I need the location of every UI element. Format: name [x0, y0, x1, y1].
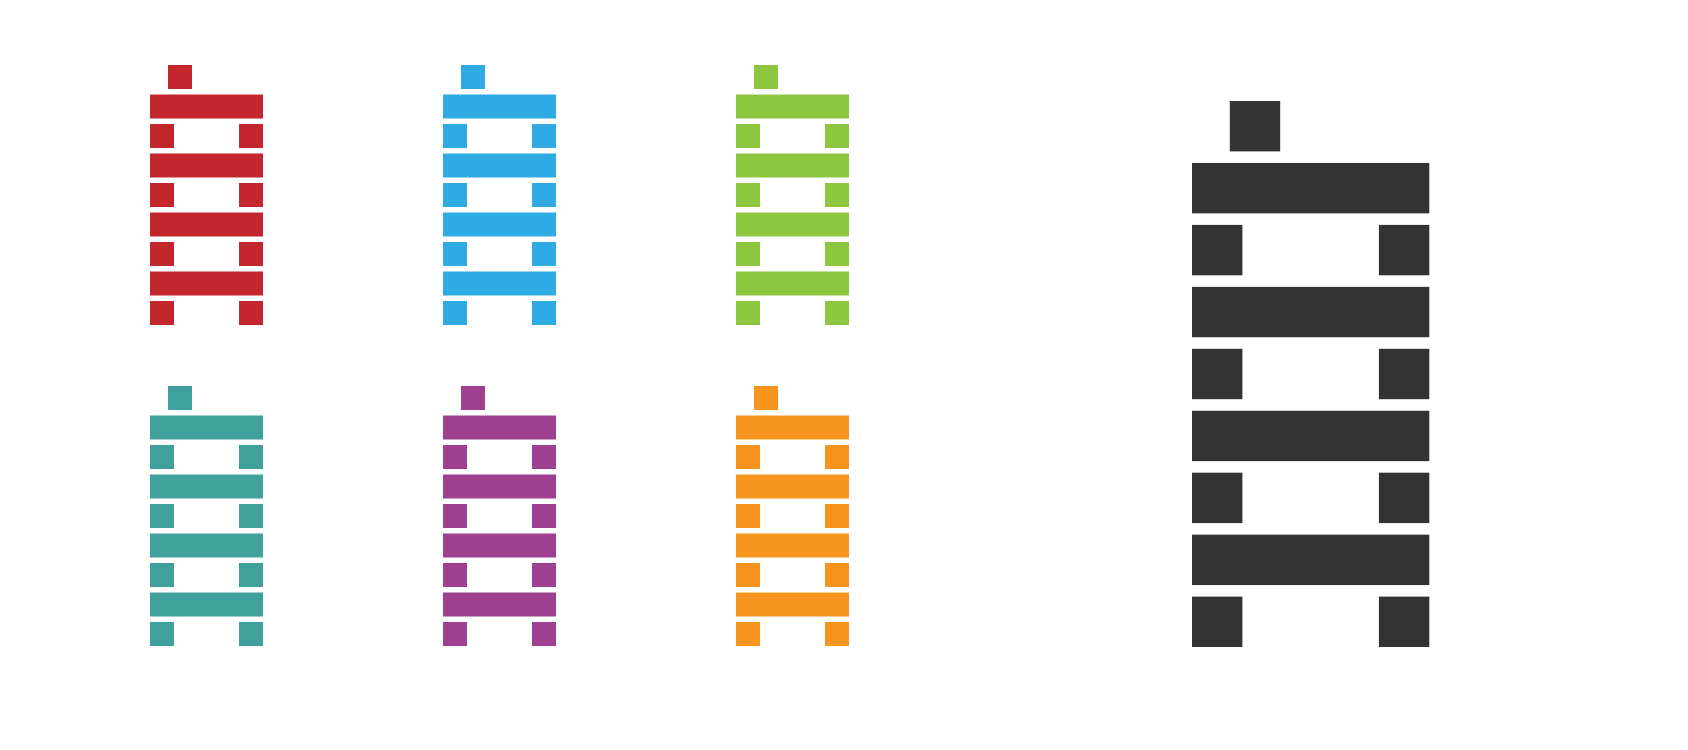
left-block [150, 622, 174, 646]
horizontal-bar [736, 533, 849, 558]
horizontal-bar [150, 212, 263, 237]
icon-set-canvas [150, 65, 1430, 647]
right-block [239, 504, 263, 528]
left-block [443, 124, 467, 148]
right-block [239, 301, 263, 325]
top-block [168, 386, 192, 410]
right-block [532, 445, 556, 469]
jenga-tower-icon-teal [150, 386, 263, 646]
left-block [150, 242, 174, 266]
jenga-tower-icon-orange [736, 386, 849, 646]
horizontal-bar [736, 212, 849, 237]
right-block [532, 242, 556, 266]
horizontal-bar [1192, 534, 1430, 586]
left-block [736, 622, 760, 646]
right-block [239, 445, 263, 469]
jenga-tower-icon-purple [443, 386, 556, 646]
left-block [736, 301, 760, 325]
top-block [1229, 101, 1281, 152]
left-block [736, 563, 760, 587]
right-block [1378, 224, 1430, 276]
top-block [754, 386, 778, 410]
right-block [239, 242, 263, 266]
horizontal-bar [736, 153, 849, 178]
right-block [532, 301, 556, 325]
horizontal-bar [736, 474, 849, 499]
horizontal-bar [1192, 286, 1430, 338]
right-block [825, 242, 849, 266]
horizontal-bar [1192, 162, 1430, 214]
horizontal-bar [1192, 410, 1430, 462]
jenga-tower-icon-green [736, 65, 849, 325]
horizontal-bar [443, 212, 556, 237]
left-block [1192, 596, 1243, 647]
horizontal-bar [150, 592, 263, 617]
right-block [239, 622, 263, 646]
right-block [532, 563, 556, 587]
horizontal-bar [443, 271, 556, 296]
left-block [1192, 224, 1243, 276]
horizontal-bar [736, 592, 849, 617]
jenga-tower-icon-blue [443, 65, 556, 325]
right-block [239, 124, 263, 148]
top-block [754, 65, 778, 89]
horizontal-bar [736, 415, 849, 440]
left-block [150, 124, 174, 148]
right-block [825, 445, 849, 469]
left-block [1192, 348, 1243, 400]
jenga-tower-icon-large [1192, 101, 1430, 647]
horizontal-bar [443, 592, 556, 617]
left-block [150, 445, 174, 469]
horizontal-bar [443, 474, 556, 499]
horizontal-bar [150, 271, 263, 296]
top-block [461, 386, 485, 410]
jenga-tower-icon-red [150, 65, 263, 325]
horizontal-bar [736, 271, 849, 296]
left-block [736, 124, 760, 148]
left-block [1192, 472, 1243, 524]
horizontal-bar [443, 415, 556, 440]
right-block [825, 301, 849, 325]
right-block [239, 183, 263, 207]
left-block [150, 301, 174, 325]
left-block [736, 504, 760, 528]
horizontal-bar [736, 94, 849, 119]
right-block [239, 563, 263, 587]
left-block [736, 183, 760, 207]
right-block [1378, 472, 1430, 524]
left-block [150, 504, 174, 528]
right-block [825, 622, 849, 646]
left-block [443, 301, 467, 325]
horizontal-bar [150, 153, 263, 178]
left-block [150, 183, 174, 207]
left-block [443, 183, 467, 207]
right-block [825, 183, 849, 207]
horizontal-bar [443, 533, 556, 558]
top-block [461, 65, 485, 89]
right-block [532, 124, 556, 148]
right-block [532, 622, 556, 646]
left-block [443, 445, 467, 469]
left-block [443, 563, 467, 587]
right-block [532, 504, 556, 528]
right-block [1378, 348, 1430, 400]
horizontal-bar [150, 533, 263, 558]
left-block [443, 242, 467, 266]
horizontal-bar [443, 153, 556, 178]
horizontal-bar [150, 474, 263, 499]
right-block [825, 504, 849, 528]
right-block [532, 183, 556, 207]
left-block [736, 445, 760, 469]
horizontal-bar [443, 94, 556, 119]
left-block [443, 622, 467, 646]
top-block [168, 65, 192, 89]
left-block [443, 504, 467, 528]
horizontal-bar [150, 415, 263, 440]
right-block [1378, 596, 1430, 647]
right-block [825, 563, 849, 587]
right-block [825, 124, 849, 148]
left-block [150, 563, 174, 587]
horizontal-bar [150, 94, 263, 119]
left-block [736, 242, 760, 266]
